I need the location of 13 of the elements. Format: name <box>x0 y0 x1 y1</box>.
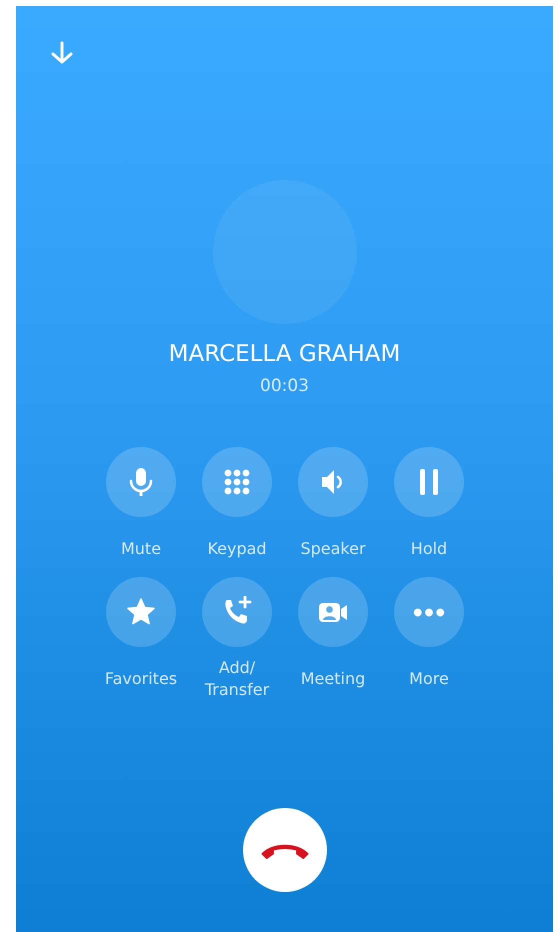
control-label: Mute <box>120 538 162 560</box>
control-label: Favorites <box>104 668 178 690</box>
control-label: Speaker <box>300 538 366 560</box>
control-label: Add/ Transfer <box>204 657 270 701</box>
control-label: Keypad <box>207 538 267 560</box>
control-label: Hold <box>410 538 448 560</box>
caller-name: MARCELLA GRAHAM <box>168 340 400 369</box>
down-arrow-icon <box>50 41 74 65</box>
more-icon <box>413 608 445 616</box>
minimize-button[interactable] <box>49 40 75 66</box>
control-label: More <box>409 668 449 690</box>
call-timer: 00:03 <box>260 375 309 397</box>
control-label: Meeting <box>300 668 366 690</box>
